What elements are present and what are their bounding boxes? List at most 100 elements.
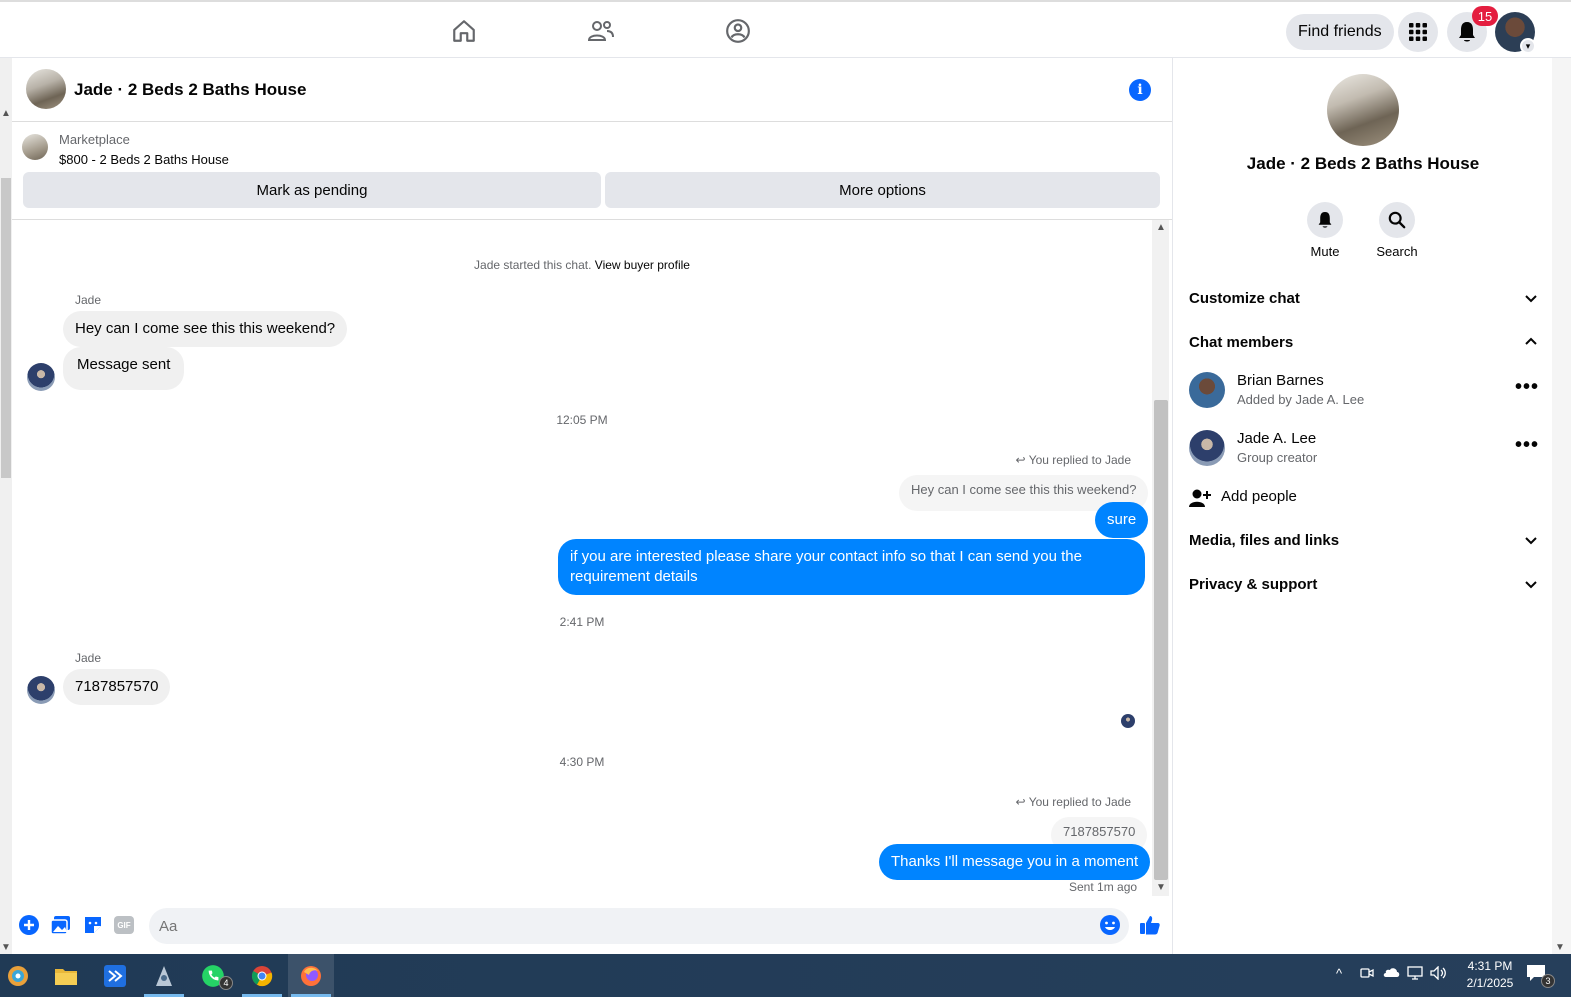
chat-details-panel: Jade · 2 Beds 2 Baths House Mute Search … bbox=[1172, 58, 1552, 954]
right-scrollbar[interactable] bbox=[1552, 58, 1571, 954]
thumbs-up-icon[interactable] bbox=[1139, 914, 1161, 936]
chat-members-label: Chat members bbox=[1189, 334, 1294, 351]
sender-avatar[interactable] bbox=[27, 676, 55, 704]
member-row[interactable]: Brian Barnes Added by Jade A. Lee ••• bbox=[1189, 370, 1539, 414]
chevron-up-icon bbox=[1525, 337, 1537, 345]
messages-scrollbar-thumb[interactable] bbox=[1154, 400, 1168, 880]
left-scrollbar[interactable] bbox=[0, 58, 12, 954]
search-label: Search bbox=[1376, 244, 1418, 259]
seen-receipt-avatar bbox=[1121, 714, 1135, 728]
system-clock[interactable]: 4:31 PM 2/1/2025 bbox=[1455, 958, 1525, 992]
chat-started-text: Jade started this chat. bbox=[474, 258, 592, 272]
bell-icon bbox=[1307, 202, 1343, 238]
left-scrollbar-thumb[interactable] bbox=[1, 178, 11, 478]
gif-icon[interactable]: GIF bbox=[113, 914, 135, 936]
groups-icon[interactable] bbox=[721, 14, 755, 48]
sender-avatar[interactable] bbox=[27, 363, 55, 391]
gif-label: GIF bbox=[114, 916, 134, 934]
bell-icon bbox=[1459, 22, 1475, 42]
chat-header: Jade · 2 Beds 2 Baths House i bbox=[12, 58, 1172, 122]
tray-chevron-up-icon[interactable]: ^ bbox=[1336, 966, 1342, 981]
chevron-down-icon bbox=[1525, 581, 1537, 589]
member-row[interactable]: Jade A. Lee Group creator ••• bbox=[1189, 428, 1539, 472]
sender-name: Jade bbox=[75, 293, 102, 307]
friends-icon[interactable] bbox=[584, 14, 618, 48]
search-icon bbox=[1379, 202, 1415, 238]
home-icon[interactable] bbox=[447, 14, 481, 48]
messages-scroll-down-icon[interactable]: ▼ bbox=[1156, 882, 1166, 893]
menu-grid-button[interactable] bbox=[1398, 12, 1438, 52]
action-center-badge: 3 bbox=[1541, 974, 1555, 988]
more-options-button[interactable]: More options bbox=[605, 172, 1160, 208]
plus-icon[interactable] bbox=[18, 914, 40, 936]
outgoing-message[interactable]: if you are interested please share your … bbox=[558, 539, 1145, 595]
meet-now-icon[interactable] bbox=[1360, 966, 1374, 983]
vscode-icon[interactable] bbox=[99, 960, 131, 992]
onedrive-cloud-icon[interactable] bbox=[1382, 966, 1400, 981]
member-avatar[interactable] bbox=[1189, 372, 1225, 408]
windows-taskbar: 4 ^ 4:31 PM 2/1/2025 3 bbox=[0, 954, 1571, 997]
view-buyer-profile-link[interactable]: View buyer profile bbox=[595, 258, 690, 272]
emoji-icon[interactable] bbox=[1099, 914, 1121, 936]
more-options-icon[interactable]: ••• bbox=[1515, 376, 1539, 399]
search-button[interactable]: Search bbox=[1367, 202, 1427, 259]
chevron-down-icon[interactable]: ▾ bbox=[1520, 38, 1536, 54]
reply-note-text: You replied to Jade bbox=[1028, 453, 1131, 467]
incoming-message[interactable]: 7187857570 bbox=[63, 669, 171, 705]
find-friends-label: Find friends bbox=[1298, 23, 1382, 40]
reply-note: ↩ You replied to Jade bbox=[1016, 453, 1132, 467]
chat-avatar[interactable] bbox=[26, 69, 66, 109]
clock-date: 2/1/2025 bbox=[1466, 976, 1514, 990]
marketplace-label: Marketplace bbox=[59, 132, 130, 147]
message-input[interactable] bbox=[149, 908, 1129, 944]
chrome-icon[interactable] bbox=[246, 960, 278, 992]
customize-chat-section[interactable]: Customize chat bbox=[1189, 290, 1539, 307]
whatsapp-badge: 4 bbox=[219, 976, 233, 990]
member-name: Jade A. Lee bbox=[1237, 430, 1317, 447]
menu-grid-icon bbox=[1409, 23, 1427, 41]
listing-title[interactable]: $800 - 2 Beds 2 Baths House bbox=[59, 152, 229, 167]
incoming-message[interactable]: Hey can I come see this this weekend? bbox=[63, 311, 348, 347]
find-friends-button[interactable]: Find friends bbox=[1286, 14, 1394, 50]
reply-note: ↩ You replied to Jade bbox=[1016, 795, 1132, 809]
add-person-icon bbox=[1189, 489, 1211, 507]
volume-icon[interactable] bbox=[1430, 965, 1448, 983]
app-icon[interactable] bbox=[148, 960, 180, 992]
mark-as-pending-label: Mark as pending bbox=[256, 181, 368, 199]
outgoing-message[interactable]: Thanks I'll message you in a moment bbox=[879, 844, 1151, 880]
mark-as-pending-button[interactable]: Mark as pending bbox=[23, 172, 601, 208]
media-files-links-label: Media, files and links bbox=[1189, 532, 1340, 549]
chat-details-avatar[interactable] bbox=[1327, 74, 1399, 146]
timestamp: 4:30 PM bbox=[559, 755, 605, 769]
member-avatar[interactable] bbox=[1189, 430, 1225, 466]
marketplace-bar: Marketplace $800 - 2 Beds 2 Baths House … bbox=[12, 122, 1172, 220]
start-app-icon[interactable] bbox=[2, 960, 34, 992]
more-options-icon[interactable]: ••• bbox=[1515, 434, 1539, 457]
sticker-icon[interactable] bbox=[82, 914, 104, 936]
firefox-icon[interactable] bbox=[295, 960, 327, 992]
mute-button[interactable]: Mute bbox=[1295, 202, 1355, 259]
notification-count-badge: 15 bbox=[1472, 6, 1498, 26]
outgoing-message[interactable]: sure bbox=[1095, 502, 1149, 538]
listing-thumbnail[interactable] bbox=[22, 134, 48, 160]
scroll-down-arrow-icon[interactable]: ▼ bbox=[1, 942, 11, 953]
network-icon[interactable] bbox=[1407, 966, 1423, 983]
chat-members-section[interactable]: Chat members bbox=[1189, 334, 1539, 351]
add-people-label: Add people bbox=[1221, 488, 1297, 505]
messages-scroll-up-icon[interactable]: ▲ bbox=[1156, 222, 1166, 233]
chevron-down-icon bbox=[1525, 537, 1537, 545]
photo-icon[interactable] bbox=[50, 914, 72, 936]
privacy-support-section[interactable]: Privacy & support bbox=[1189, 576, 1539, 593]
file-explorer-icon[interactable] bbox=[50, 960, 82, 992]
media-files-links-section[interactable]: Media, files and links bbox=[1189, 532, 1539, 549]
message-composer: GIF bbox=[12, 900, 1172, 954]
info-icon[interactable]: i bbox=[1129, 79, 1151, 101]
right-scroll-down-icon[interactable]: ▼ bbox=[1555, 942, 1565, 953]
scroll-up-arrow-icon[interactable]: ▲ bbox=[1, 108, 11, 119]
more-options-label: More options bbox=[839, 181, 926, 199]
reply-note-text: You replied to Jade bbox=[1028, 795, 1131, 809]
chat-title[interactable]: Jade · 2 Beds 2 Baths House bbox=[74, 80, 306, 100]
timestamp: 12:05 PM bbox=[556, 413, 608, 427]
member-name: Brian Barnes bbox=[1237, 372, 1324, 389]
incoming-message[interactable]: Message sent bbox=[63, 347, 185, 390]
